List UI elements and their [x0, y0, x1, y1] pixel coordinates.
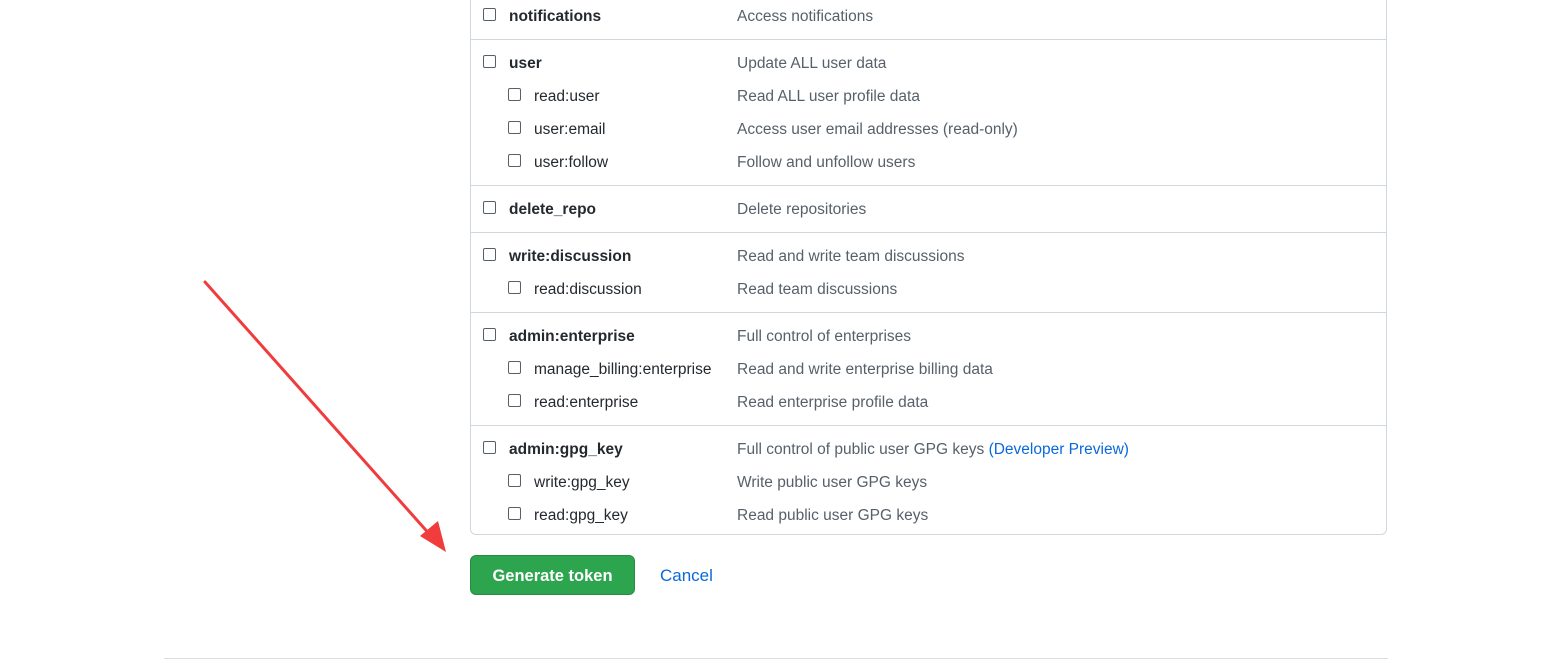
scope-group: notifications Access notifications — [471, 0, 1386, 40]
scope-row: delete_repo Delete repositories — [471, 193, 1386, 226]
scope-name: write:gpg_key — [534, 474, 630, 491]
scope-row: user Update ALL user data — [471, 47, 1386, 80]
developer-preview-link[interactable]: (Developer Preview) — [989, 441, 1129, 458]
scope-description: Read enterprise profile data — [737, 393, 928, 413]
subscope-row: manage_billing:enterprise Read and write … — [471, 353, 1386, 386]
scope-checkbox[interactable] — [483, 201, 496, 214]
scope-description-text: Read enterprise profile data — [737, 394, 929, 411]
scope-group: user Update ALL user data read:user Read AL… — [471, 40, 1386, 186]
scope-description: Read and write enterprise billing data — [737, 360, 993, 380]
scope-name: write:discussion — [509, 248, 632, 265]
subscope-checkbox[interactable] — [508, 88, 521, 101]
scope-name: read:enterprise — [534, 394, 639, 411]
scope-group: write:discussion Read and write team disc… — [471, 233, 1386, 313]
scope-name: read:gpg_key — [534, 507, 628, 524]
scope-checkbox[interactable] — [483, 248, 496, 261]
scope-description-text: Read ALL user profile data — [737, 88, 920, 105]
scope-description-text: Read and write team discussions — [737, 248, 965, 265]
scope-name: user:email — [534, 121, 606, 138]
scope-name: read:discussion — [534, 281, 642, 298]
footer-divider — [164, 658, 1388, 659]
scopes-list: notifications Access notifications user Upd… — [470, 0, 1387, 535]
scope-row: notifications Access notifications — [471, 0, 1386, 33]
scope-description-text: Delete repositories — [737, 201, 867, 218]
scope-description-text: Update ALL user data — [737, 55, 887, 72]
subscope-checkbox[interactable] — [508, 507, 521, 520]
scope-description: Read team discussions — [737, 280, 897, 300]
scope-name: user:follow — [534, 154, 609, 171]
subscope-row: write:gpg_key Write public user GPG keys — [471, 466, 1386, 499]
scope-description: Access notifications — [737, 7, 873, 27]
subscope-row: read:user Read ALL user profile data — [471, 80, 1386, 113]
scope-description-text: Read and write enterprise billing data — [737, 361, 993, 378]
subscope-row: read:gpg_key Read public user GPG keys — [471, 499, 1386, 532]
scope-name: manage_billing:enterprise — [534, 361, 712, 378]
scope-checkbox[interactable] — [483, 441, 496, 454]
subscope-checkbox[interactable] — [508, 121, 521, 134]
cancel-link[interactable]: Cancel — [660, 566, 713, 586]
scope-group: delete_repo Delete repositories — [471, 186, 1386, 233]
scope-description: Follow and unfollow users — [737, 153, 915, 173]
scope-row: admin:enterprise Full control of enterpri… — [471, 320, 1386, 353]
scope-description-text: Full control of enterprises — [737, 328, 912, 345]
scope-name: admin:enterprise — [509, 328, 635, 345]
generate-token-button[interactable]: Generate token — [470, 555, 635, 595]
scope-description-text: Read public user GPG keys — [737, 507, 929, 524]
scope-description: Access user email addresses (read-only) — [737, 120, 1018, 140]
subscope-row: read:discussion Read team discussions — [471, 273, 1386, 306]
scope-description-text: Write public user GPG keys — [737, 474, 928, 491]
scope-description: Write public user GPG keys — [737, 473, 927, 493]
subscope-checkbox[interactable] — [508, 474, 521, 487]
token-scopes-page: notifications Access notifications user Upd… — [0, 0, 1546, 671]
scope-description: Read public user GPG keys — [737, 506, 928, 526]
subscope-checkbox[interactable] — [508, 394, 521, 407]
scope-name: user — [509, 55, 542, 72]
subscope-row: read:enterprise Read enterprise profile d… — [471, 386, 1386, 419]
scope-checkbox[interactable] — [483, 55, 496, 68]
subscope-row: user:email Access user email addresses (r… — [471, 113, 1386, 146]
scope-description-text: Read team discussions — [737, 281, 898, 298]
subscope-checkbox[interactable] — [508, 281, 521, 294]
scope-checkbox[interactable] — [483, 8, 496, 21]
scope-description: Full control of public user GPG keys (De… — [737, 440, 1129, 460]
subscope-checkbox[interactable] — [508, 361, 521, 374]
subscope-checkbox[interactable] — [508, 154, 521, 167]
scope-group: admin:enterprise Full control of enterpri… — [471, 313, 1386, 426]
scope-row: admin:gpg_key Full control of public user… — [471, 433, 1386, 466]
scope-description-text: Follow and unfollow users — [737, 154, 916, 171]
scope-description: Full control of enterprises — [737, 327, 911, 347]
scope-row: write:discussion Read and write team disc… — [471, 240, 1386, 273]
scope-description: Read and write team discussions — [737, 247, 964, 267]
scope-description-text: Access notifications — [737, 8, 874, 25]
scope-checkbox[interactable] — [483, 328, 496, 341]
scope-description: Delete repositories — [737, 200, 866, 220]
subscope-row: user:follow Follow and unfollow users — [471, 146, 1386, 179]
scope-name: read:user — [534, 88, 600, 105]
scope-name: notifications — [509, 8, 602, 25]
scope-group: admin:gpg_key Full control of public user… — [471, 426, 1386, 538]
scope-description: Read ALL user profile data — [737, 87, 920, 107]
scope-name: delete_repo — [509, 201, 597, 218]
scope-name: admin:gpg_key — [509, 441, 623, 458]
scope-description: Update ALL user data — [737, 54, 886, 74]
scope-description-text: Full control of public user GPG keys — [737, 441, 985, 458]
scope-description-text: Access user email addresses (read-only) — [737, 121, 1018, 138]
